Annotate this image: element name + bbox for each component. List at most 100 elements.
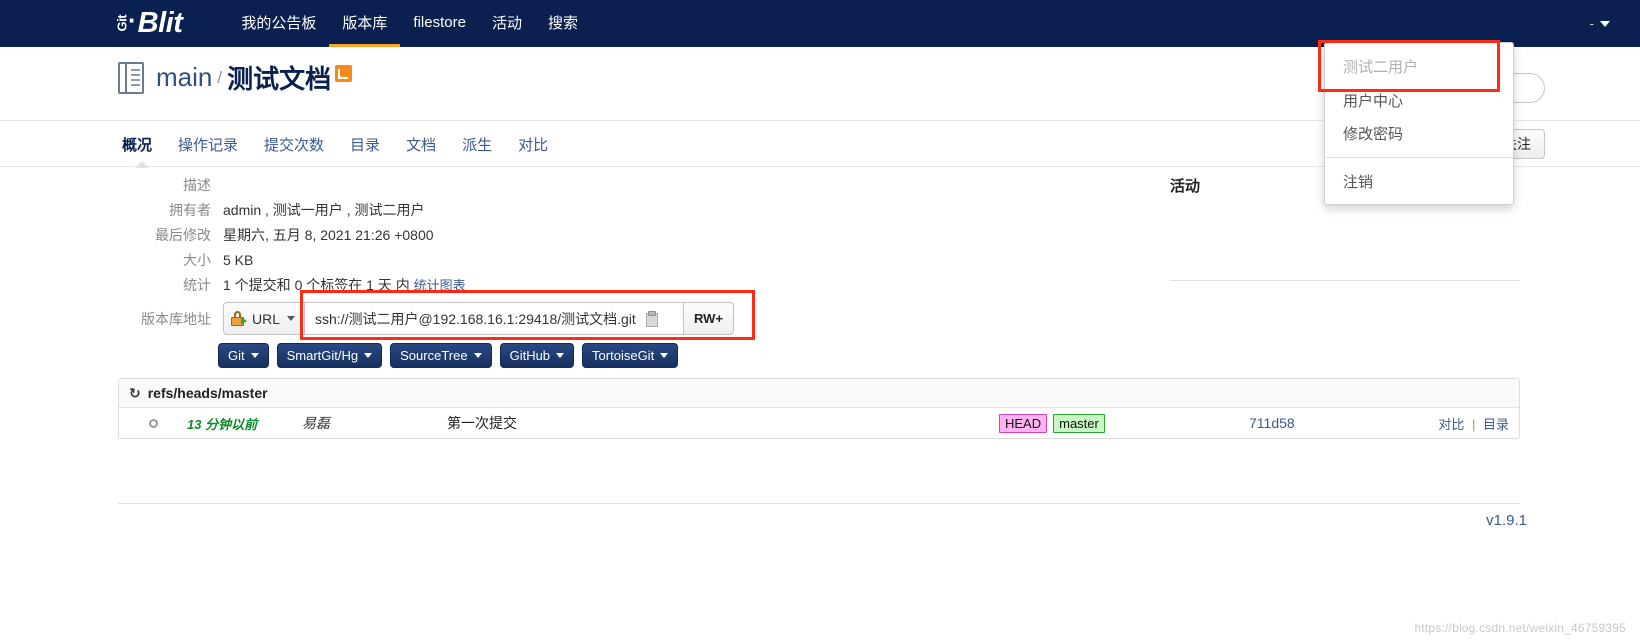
- info-value-size: 5 KB: [223, 252, 254, 268]
- repository-info-grid: 描述 拥有者 admin , 测试一用户 , 测试二用户 最后修改 星期六, 五…: [118, 175, 1018, 335]
- client-button-tortoisegit[interactable]: TortoiseGit: [582, 343, 679, 368]
- info-label-last-change: 最后修改: [155, 227, 211, 243]
- top-navigation-bar: Git · Blit 我的公告板 版本库 filestore 活动 搜索 -: [0, 0, 1640, 47]
- tab-tree[interactable]: 目录: [337, 121, 393, 167]
- gitblit-logo[interactable]: Git · Blit: [114, 0, 183, 47]
- commit-action-separator: |: [1471, 416, 1476, 432]
- user-menu-divider: [1325, 157, 1513, 158]
- tabs-list: 概况 操作记录 提交次数 目录 文档 派生 对比: [118, 121, 561, 168]
- user-dropdown-menu: 测试二用户 用户中心 修改密码 注销: [1324, 42, 1514, 205]
- ref-tag-branch[interactable]: master: [1053, 413, 1105, 433]
- info-row-description: 描述: [118, 175, 1018, 195]
- info-stats-text: 1 个提交和 0 个标签在 1 天 内: [223, 277, 410, 293]
- url-type-label: URL: [252, 310, 281, 327]
- logo-blit-text: Blit: [137, 7, 183, 39]
- nav-item-filestore[interactable]: filestore: [400, 0, 479, 47]
- watermark-text: https://blog.csdn.net/weixin_46759395: [1414, 621, 1626, 635]
- commit-author: 易磊: [302, 415, 330, 431]
- access-permission-badge: RW+: [684, 302, 735, 335]
- client-button-smartgit[interactable]: SmartGit/Hg: [276, 343, 383, 368]
- repository-project-name[interactable]: main: [156, 62, 212, 93]
- info-value-owners[interactable]: admin , 测试一用户 , 测试二用户: [223, 200, 424, 220]
- info-row-last-change: 最后修改 星期六, 五月 8, 2021 21:26 +0800: [118, 225, 1018, 245]
- chevron-down-icon: [364, 353, 373, 358]
- tab-reflog[interactable]: 操作记录: [165, 121, 251, 167]
- nav-item-repositories[interactable]: 版本库: [329, 0, 401, 47]
- repository-title: main / 测试文档: [118, 59, 353, 96]
- info-label-description: 描述: [183, 177, 211, 193]
- repository-name[interactable]: 测试文档: [227, 59, 331, 96]
- footer-version-link[interactable]: v1.9.1: [1486, 512, 1527, 529]
- table-row[interactable]: 13 分钟以前 易磊 第一次提交 HEAD master 711d58 对比 |…: [119, 408, 1519, 438]
- refs-table-header-label[interactable]: refs/heads/master: [148, 385, 268, 401]
- activity-panel-divider: [1170, 280, 1520, 281]
- logo-dot: ·: [128, 4, 137, 35]
- url-type-dropdown[interactable]: URL: [223, 302, 305, 335]
- git-client-buttons: Git SmartGit/Hg SourceTree GitHub Tortoi…: [218, 343, 679, 368]
- info-label-size: 大小: [183, 252, 211, 268]
- commit-diff-link[interactable]: 对比: [1438, 417, 1464, 432]
- chevron-down-icon: [556, 353, 565, 358]
- nav-item-dashboard[interactable]: 我的公告板: [228, 0, 329, 47]
- info-label-repo-url: 版本库地址: [141, 311, 211, 327]
- repository-path-separator: /: [217, 67, 223, 87]
- client-button-smartgit-label: SmartGit/Hg: [286, 348, 359, 363]
- info-row-size: 大小 5 KB: [118, 250, 1018, 270]
- lock-icon: [231, 311, 247, 326]
- repository-url-text: ssh://测试二用户@192.168.16.1:29418/测试文档.git: [315, 310, 636, 327]
- commit-graph-cell: [119, 418, 187, 428]
- commit-age: 13 分钟以前: [187, 416, 258, 432]
- client-button-tortoisegit-label: TortoiseGit: [592, 348, 655, 363]
- repository-book-icon: [118, 61, 144, 94]
- user-menu-header: 测试二用户: [1343, 59, 1419, 76]
- user-menu-item-change-password[interactable]: 修改密码: [1325, 117, 1513, 150]
- tab-commits[interactable]: 提交次数: [251, 121, 337, 167]
- chevron-down-icon: [1600, 20, 1610, 27]
- client-button-sourcetree-label: SourceTree: [400, 348, 468, 363]
- tab-compare[interactable]: 对比: [505, 121, 561, 167]
- nav-item-activity[interactable]: 活动: [479, 0, 535, 47]
- refs-table: ↻ refs/heads/master 13 分钟以前 易磊 第一次提交 HEA…: [118, 378, 1520, 439]
- rss-icon[interactable]: [335, 65, 353, 82]
- repository-url-row: 版本库地址 URL ssh://测试二用户@192.168.16.1:29418…: [118, 302, 1018, 335]
- info-value-last-change: 星期六, 五月 8, 2021 21:26 +0800: [223, 227, 434, 243]
- refresh-icon[interactable]: ↻: [129, 385, 141, 402]
- commit-row-actions: 对比 | 目录: [1424, 414, 1519, 433]
- user-menu-item-profile[interactable]: 用户中心: [1325, 84, 1513, 117]
- client-button-git[interactable]: Git: [218, 343, 269, 368]
- commit-tree-link[interactable]: 目录: [1483, 417, 1509, 432]
- logo-git-text: Git: [114, 14, 130, 32]
- client-button-github[interactable]: GitHub: [499, 343, 575, 368]
- user-menu-item-logout[interactable]: 注销: [1325, 165, 1513, 198]
- nav-user-name: -: [1589, 16, 1594, 31]
- commit-graph-node-icon: [148, 418, 158, 428]
- info-label-stats: 统计: [183, 277, 211, 293]
- footer-divider: [118, 503, 1520, 504]
- tab-forks[interactable]: 派生: [449, 121, 505, 167]
- repository-url-field[interactable]: ssh://测试二用户@192.168.16.1:29418/测试文档.git: [304, 302, 685, 335]
- nav-left-spacer: [0, 23, 114, 24]
- commit-message[interactable]: 第一次提交: [447, 413, 999, 433]
- repository-url-controls: URL ssh://测试二用户@192.168.16.1:29418/测试文档.…: [223, 302, 735, 335]
- tab-docs[interactable]: 文档: [393, 121, 449, 167]
- commit-ref-tags: HEAD master: [999, 413, 1249, 433]
- client-button-github-label: GitHub: [509, 348, 551, 363]
- info-value-stats: 1 个提交和 0 个标签在 1 天 内 统计图表: [223, 275, 466, 296]
- chevron-down-icon: [287, 316, 296, 321]
- refs-table-header: ↻ refs/heads/master: [119, 379, 1519, 408]
- user-menu-trigger[interactable]: -: [1590, 16, 1610, 31]
- client-button-sourcetree[interactable]: SourceTree: [390, 343, 492, 368]
- chevron-down-icon: [250, 353, 259, 358]
- nav-items: 我的公告板 版本库 filestore 活动 搜索: [228, 0, 591, 47]
- nav-item-search[interactable]: 搜索: [535, 0, 591, 47]
- info-row-owners: 拥有者 admin , 测试一用户 , 测试二用户: [118, 200, 1018, 220]
- client-button-git-label: Git: [228, 348, 245, 363]
- info-row-stats: 统计 1 个提交和 0 个标签在 1 天 内 统计图表: [118, 275, 1018, 296]
- stats-chart-link[interactable]: 统计图表: [414, 278, 466, 293]
- clipboard-icon[interactable]: [644, 311, 659, 327]
- chevron-down-icon: [660, 353, 669, 358]
- info-label-owners: 拥有者: [169, 202, 211, 218]
- commit-sha[interactable]: 711d58: [1249, 415, 1424, 431]
- tab-summary[interactable]: 概况: [118, 121, 165, 168]
- ref-tag-head[interactable]: HEAD: [999, 413, 1048, 433]
